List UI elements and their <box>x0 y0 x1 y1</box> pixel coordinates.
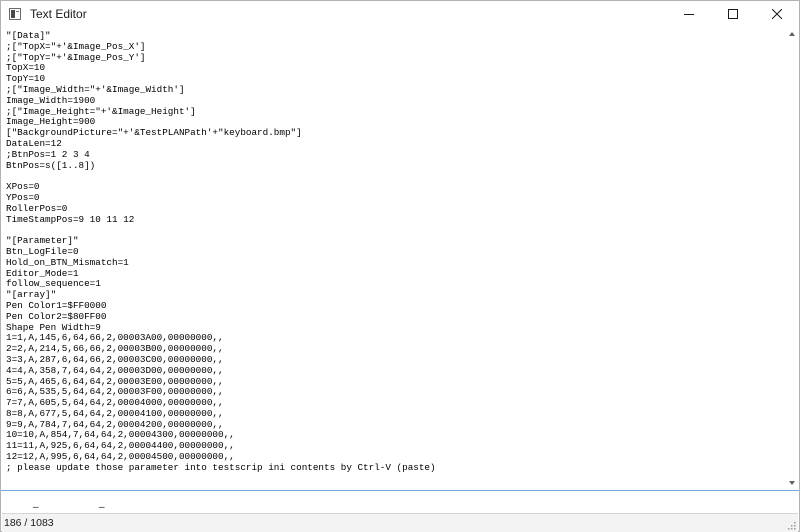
bottom-pane-mark-1: _ <box>33 495 39 508</box>
editor-line[interactable]: follow_sequence=1 <box>6 279 784 290</box>
editor-line[interactable]: "[Parameter]" <box>6 235 784 247</box>
editor-line[interactable]: TimeStampPos=9 10 11 12 <box>6 214 784 226</box>
close-button[interactable] <box>755 1 799 27</box>
text-editor-area[interactable]: "[Data]" ;["TopX="+'&Image_Pos_X'] ;["TopY… <box>2 27 784 490</box>
maximize-button[interactable] <box>711 1 755 27</box>
editor-line[interactable]: ;["TopY="+'&Image_Pos_Y'] <box>6 52 784 64</box>
editor-line[interactable]: Editor_Mode=1 <box>6 268 784 280</box>
title-bar[interactable]: Text Editor <box>1 1 799 27</box>
vertical-scrollbar[interactable] <box>785 27 799 490</box>
minimize-button[interactable] <box>667 1 711 27</box>
editor-line[interactable]: Pen Color2=$80FF00 <box>6 311 784 323</box>
text-editor-window: Text Editor "[Data]";["TopX="+'&Image_P <box>0 0 800 532</box>
editor-line[interactable]: "[array]" <box>6 289 784 301</box>
maximize-icon <box>728 9 738 19</box>
cursor-position: 186 / 1083 <box>4 517 54 529</box>
editor-line[interactable]: ;["TopX="+'&Image_Pos_X'] <box>6 41 784 53</box>
editor-line[interactable]: RollerPos=0 <box>6 203 784 215</box>
notepad-icon <box>9 8 21 20</box>
editor-line[interactable]: XPos=0 <box>6 181 784 193</box>
scroll-down-button[interactable] <box>785 476 799 490</box>
editor-line[interactable] <box>6 171 784 182</box>
bottom-pane-mark-2: _ <box>99 495 105 508</box>
editor-line[interactable]: ; please update those parameter into tes… <box>6 462 784 474</box>
editor-line[interactable]: YPos=0 <box>6 192 784 204</box>
editor-line[interactable]: ;["Image_Height="+'&Image_Height'] <box>6 106 784 118</box>
status-bar: 186 / 1083 <box>2 513 798 532</box>
editor-line[interactable]: 4=4,A,358,7,64,64,2,00003D00,00000000,, <box>6 365 784 377</box>
editor-line[interactable]: Pen Color1=$FF0000 <box>6 300 784 312</box>
resize-grip-icon[interactable] <box>786 520 796 530</box>
editor-line[interactable]: Image_Width=1900 <box>6 95 784 107</box>
editor-line[interactable]: Hold_on_BTN_Mismatch=1 <box>6 257 784 269</box>
scroll-down-arrow-icon <box>789 481 795 485</box>
editor-line[interactable]: DataLen=12 <box>6 138 784 150</box>
window-title: Text Editor <box>30 7 87 21</box>
minimize-icon <box>684 14 694 15</box>
editor-line[interactable]: ;BtnPos=1 2 3 4 <box>6 149 784 161</box>
editor-line[interactable] <box>6 225 784 236</box>
close-icon <box>772 9 782 19</box>
editor-line[interactable]: TopX=10 <box>6 63 784 74</box>
editor-line[interactable]: ;["Image_Width="+'&Image_Width'] <box>6 84 784 96</box>
scroll-up-arrow-icon <box>789 32 795 36</box>
editor-line[interactable]: ["BackgroundPicture="+'&TestPLANPath'+"k… <box>6 127 784 139</box>
bottom-pane: _ _ <box>2 491 798 513</box>
window-controls <box>667 1 799 27</box>
editor-text[interactable]: "[Data]" ;["TopX="+'&Image_Pos_X'] ;["TopY… <box>2 27 784 474</box>
scroll-up-button[interactable] <box>785 27 799 41</box>
editor-line[interactable]: BtnPos=s([1..8]) <box>6 160 784 172</box>
